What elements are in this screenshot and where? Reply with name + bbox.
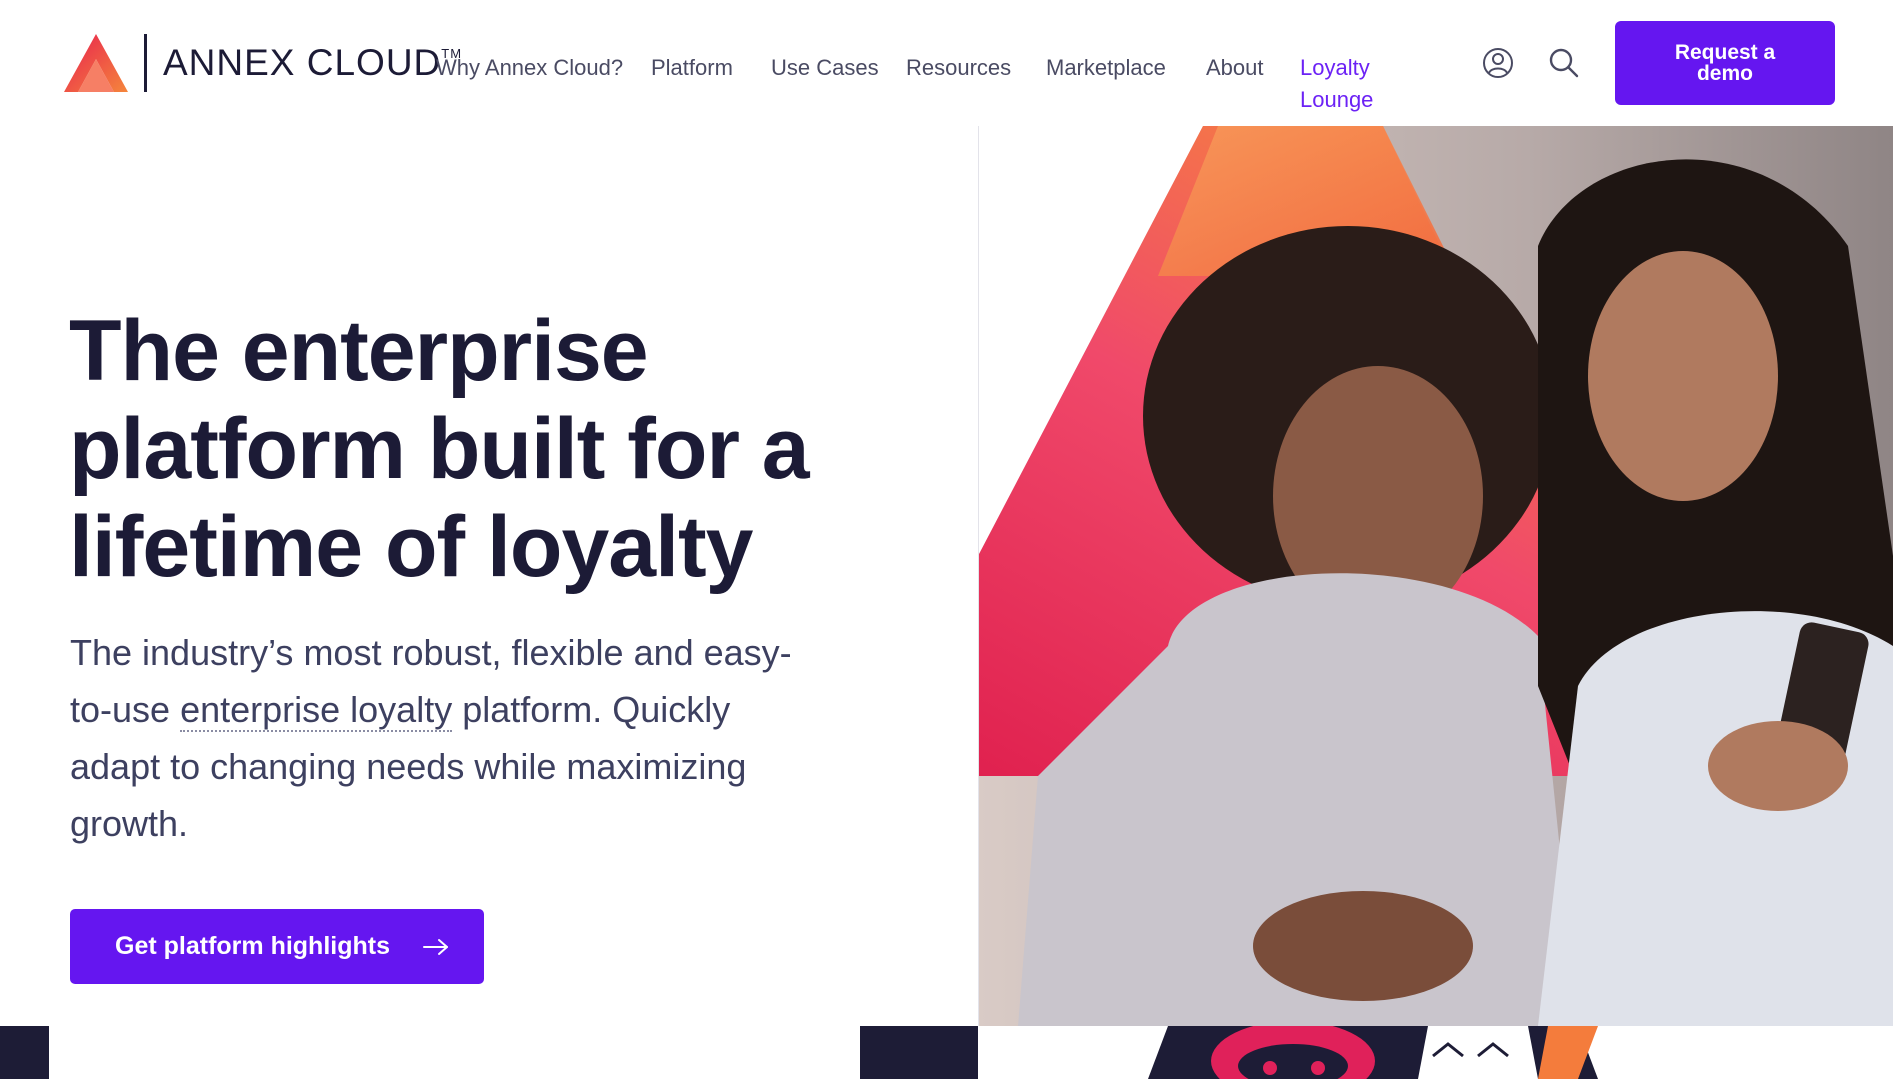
section-edge-left: [0, 1026, 49, 1079]
nav-platform[interactable]: Platform: [651, 52, 733, 84]
logo-divider: [144, 34, 147, 92]
nav-resources[interactable]: Resources: [906, 52, 1011, 84]
user-icon[interactable]: [1481, 46, 1515, 80]
section-edge-mid: [860, 1026, 978, 1079]
nav-why-annex-cloud[interactable]: Why Annex Cloud?: [436, 52, 623, 84]
brand-name: ANNEX CLOUDTM: [163, 42, 463, 83]
annex-logo-mark-icon: [64, 34, 128, 92]
hero-subtitle: The industry’s most robust, flexible and…: [70, 624, 810, 852]
hero-divider: [978, 126, 979, 1026]
arrow-right-icon: [423, 938, 448, 955]
get-platform-highlights-label: Get platform highlights: [115, 932, 390, 960]
nav-about[interactable]: About: [1206, 52, 1264, 84]
get-platform-highlights-button[interactable]: Get platform highlights: [70, 909, 484, 984]
next-section-illustration: [978, 1026, 1893, 1079]
search-icon[interactable]: [1547, 46, 1581, 80]
nav-loyalty-lounge[interactable]: Loyalty Lounge: [1300, 52, 1390, 116]
enterprise-loyalty-link[interactable]: enterprise loyalty: [180, 689, 453, 732]
request-demo-button[interactable]: Request a demo: [1615, 21, 1835, 105]
nav-use-cases[interactable]: Use Cases: [771, 52, 879, 84]
annex-cloud-logo[interactable]: ANNEX CLOUDTM: [62, 30, 462, 96]
nav-marketplace[interactable]: Marketplace: [1046, 52, 1166, 84]
hero-title: The enterprise platform built for a life…: [69, 303, 810, 595]
hero-image: [978, 126, 1893, 1026]
site-header: ANNEX CLOUDTM Why Annex Cloud? Platform …: [0, 0, 1893, 126]
